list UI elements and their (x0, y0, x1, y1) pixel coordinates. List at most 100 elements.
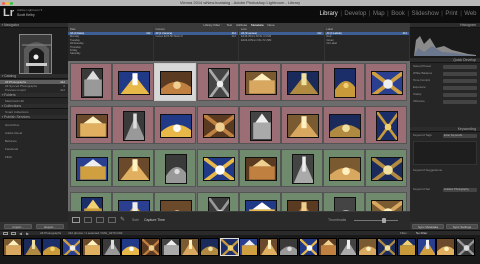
filmstrip-thumbnail[interactable] (219, 238, 239, 256)
grid-cell[interactable] (323, 106, 366, 144)
filmstrip-thumbnail[interactable] (239, 238, 259, 256)
exposure-buttons[interactable] (443, 85, 477, 90)
import-button[interactable]: Import... (4, 223, 32, 229)
photo-thumbnail[interactable] (76, 157, 108, 181)
publish-item[interactable]: Flickr (0, 153, 68, 161)
close-window-button[interactable] (2, 1, 5, 5)
auto-tone-button[interactable] (443, 78, 477, 83)
keyword-entry-box[interactable] (413, 141, 477, 165)
photo-thumbnail[interactable] (249, 111, 272, 141)
grid-cell[interactable] (196, 149, 239, 187)
catalog-item[interactable]: Previous Import 412 (0, 88, 68, 92)
grid-cell[interactable] (112, 63, 155, 101)
minimize-window-button[interactable] (6, 1, 9, 5)
grid-cell[interactable] (70, 63, 112, 101)
photo-thumbnail[interactable] (160, 71, 193, 95)
photo-thumbnail[interactable] (207, 68, 230, 98)
grid-cell[interactable] (281, 63, 323, 101)
photo-thumbnail[interactable] (76, 114, 108, 138)
photo-thumbnail[interactable] (202, 114, 235, 138)
filmstrip-thumbnail[interactable] (81, 238, 101, 256)
vibrance-buttons[interactable] (443, 99, 477, 104)
filmstrip-thumbnail[interactable] (22, 238, 42, 256)
catalog-header[interactable]: ▼ Catalog (0, 74, 68, 79)
module-library[interactable]: Library (319, 11, 338, 18)
grid-cell[interactable] (323, 149, 366, 187)
filmstrip-thumbnail[interactable] (42, 238, 62, 256)
grid-cell[interactable] (154, 63, 197, 101)
grid-cell[interactable] (365, 106, 408, 144)
grid-cell[interactable] (281, 149, 323, 187)
module-print[interactable]: Print (445, 11, 458, 18)
grid-view-icon[interactable] (72, 217, 80, 223)
publish-item[interactable]: Behance (0, 137, 68, 145)
filmstrip-thumbnail[interactable] (278, 238, 298, 256)
photo-thumbnail[interactable] (118, 157, 151, 181)
photo-thumbnail[interactable] (376, 111, 399, 141)
folders-header[interactable]: ▼ Folders (0, 93, 68, 98)
photo-thumbnail[interactable] (244, 157, 277, 181)
thumbnail-size-slider[interactable] (354, 220, 398, 221)
loupe-view-icon[interactable] (84, 217, 92, 223)
grid-cell[interactable] (323, 63, 366, 101)
publish-services-header[interactable]: ▼ Publish Services (0, 115, 68, 120)
collection-item[interactable]: Smart Collections (0, 110, 68, 114)
photo-thumbnail[interactable] (287, 71, 319, 95)
filmstrip-thumbnail[interactable] (259, 238, 279, 256)
photo-thumbnail[interactable] (371, 157, 404, 181)
filmstrip-thumbnail[interactable] (62, 238, 82, 256)
publish-item[interactable]: Hard Drive (0, 121, 68, 129)
filmstrip-thumbnail[interactable] (160, 238, 180, 256)
clarity-buttons[interactable] (443, 92, 477, 97)
module-book[interactable]: Book (391, 11, 406, 18)
filmstrip-thumbnail[interactable] (101, 238, 121, 256)
filmstrip-thumbnail[interactable] (357, 238, 377, 256)
sort-dropdown[interactable]: Capture Time (144, 218, 165, 222)
grid-cell[interactable] (365, 149, 408, 187)
slider-thumb[interactable] (382, 218, 386, 223)
grid-cell[interactable] (238, 63, 281, 101)
grid-cell[interactable] (365, 63, 408, 101)
grid-cell[interactable] (196, 63, 239, 101)
grid-cell[interactable] (112, 106, 155, 144)
filmstrip-thumbnail[interactable] (180, 238, 200, 256)
grid-cell[interactable] (70, 106, 112, 144)
filmstrip-thumbnail[interactable] (377, 238, 397, 256)
filmstrip-thumbnail[interactable] (121, 238, 141, 256)
export-button[interactable]: Export... (36, 223, 64, 229)
compare-view-icon[interactable] (96, 217, 104, 223)
module-slideshow[interactable]: Slideshow (411, 11, 439, 18)
navigator-preview[interactable] (19, 34, 52, 74)
filmstrip-thumbnail[interactable] (456, 238, 476, 256)
filmstrip-thumbnail[interactable] (298, 238, 318, 256)
module-develop[interactable]: Develop (344, 11, 367, 18)
publish-item[interactable]: Facebook (0, 145, 68, 153)
filmstrip-thumbnail[interactable] (436, 238, 456, 256)
collections-header[interactable]: ▼ Collections (0, 104, 68, 109)
grid-cell[interactable] (238, 106, 281, 144)
zoom-window-button[interactable] (10, 1, 13, 5)
filmstrip-thumbnail[interactable] (140, 238, 160, 256)
white-balance-dropdown[interactable] (443, 71, 477, 76)
painter-icon[interactable]: ✎ (120, 216, 125, 224)
filmstrip-thumbnail[interactable] (337, 238, 357, 256)
filter-row[interactable]: Canon EOS 5D Mark III 412 (154, 35, 239, 38)
grid-cell[interactable] (281, 106, 323, 144)
photo-thumbnail[interactable] (329, 157, 362, 181)
grid-cell[interactable] (238, 149, 281, 187)
photo-thumbnail[interactable] (334, 68, 357, 98)
filter-row[interactable]: EF24-105mm f/4L IS USM (239, 39, 324, 42)
filmstrip-thumbnail[interactable] (200, 238, 219, 256)
grid-cell[interactable] (112, 149, 155, 187)
photo-thumbnail[interactable] (165, 154, 188, 184)
publish-item[interactable]: Adobe Revel (0, 129, 68, 137)
photo-thumbnail[interactable] (202, 157, 235, 181)
keyword-set-dropdown[interactable]: Outdoor Photography (443, 187, 477, 192)
grid-cell[interactable] (154, 106, 197, 144)
photo-thumbnail[interactable] (118, 71, 151, 95)
photo-thumbnail[interactable] (371, 71, 404, 95)
sync-metadata-button[interactable]: Sync Metadata (412, 223, 444, 229)
keyword-tags-dropdown[interactable]: Enter Keywords (443, 133, 477, 138)
folder-item[interactable]: Macintosh HD (0, 99, 68, 103)
module-map[interactable]: Map (372, 11, 385, 18)
